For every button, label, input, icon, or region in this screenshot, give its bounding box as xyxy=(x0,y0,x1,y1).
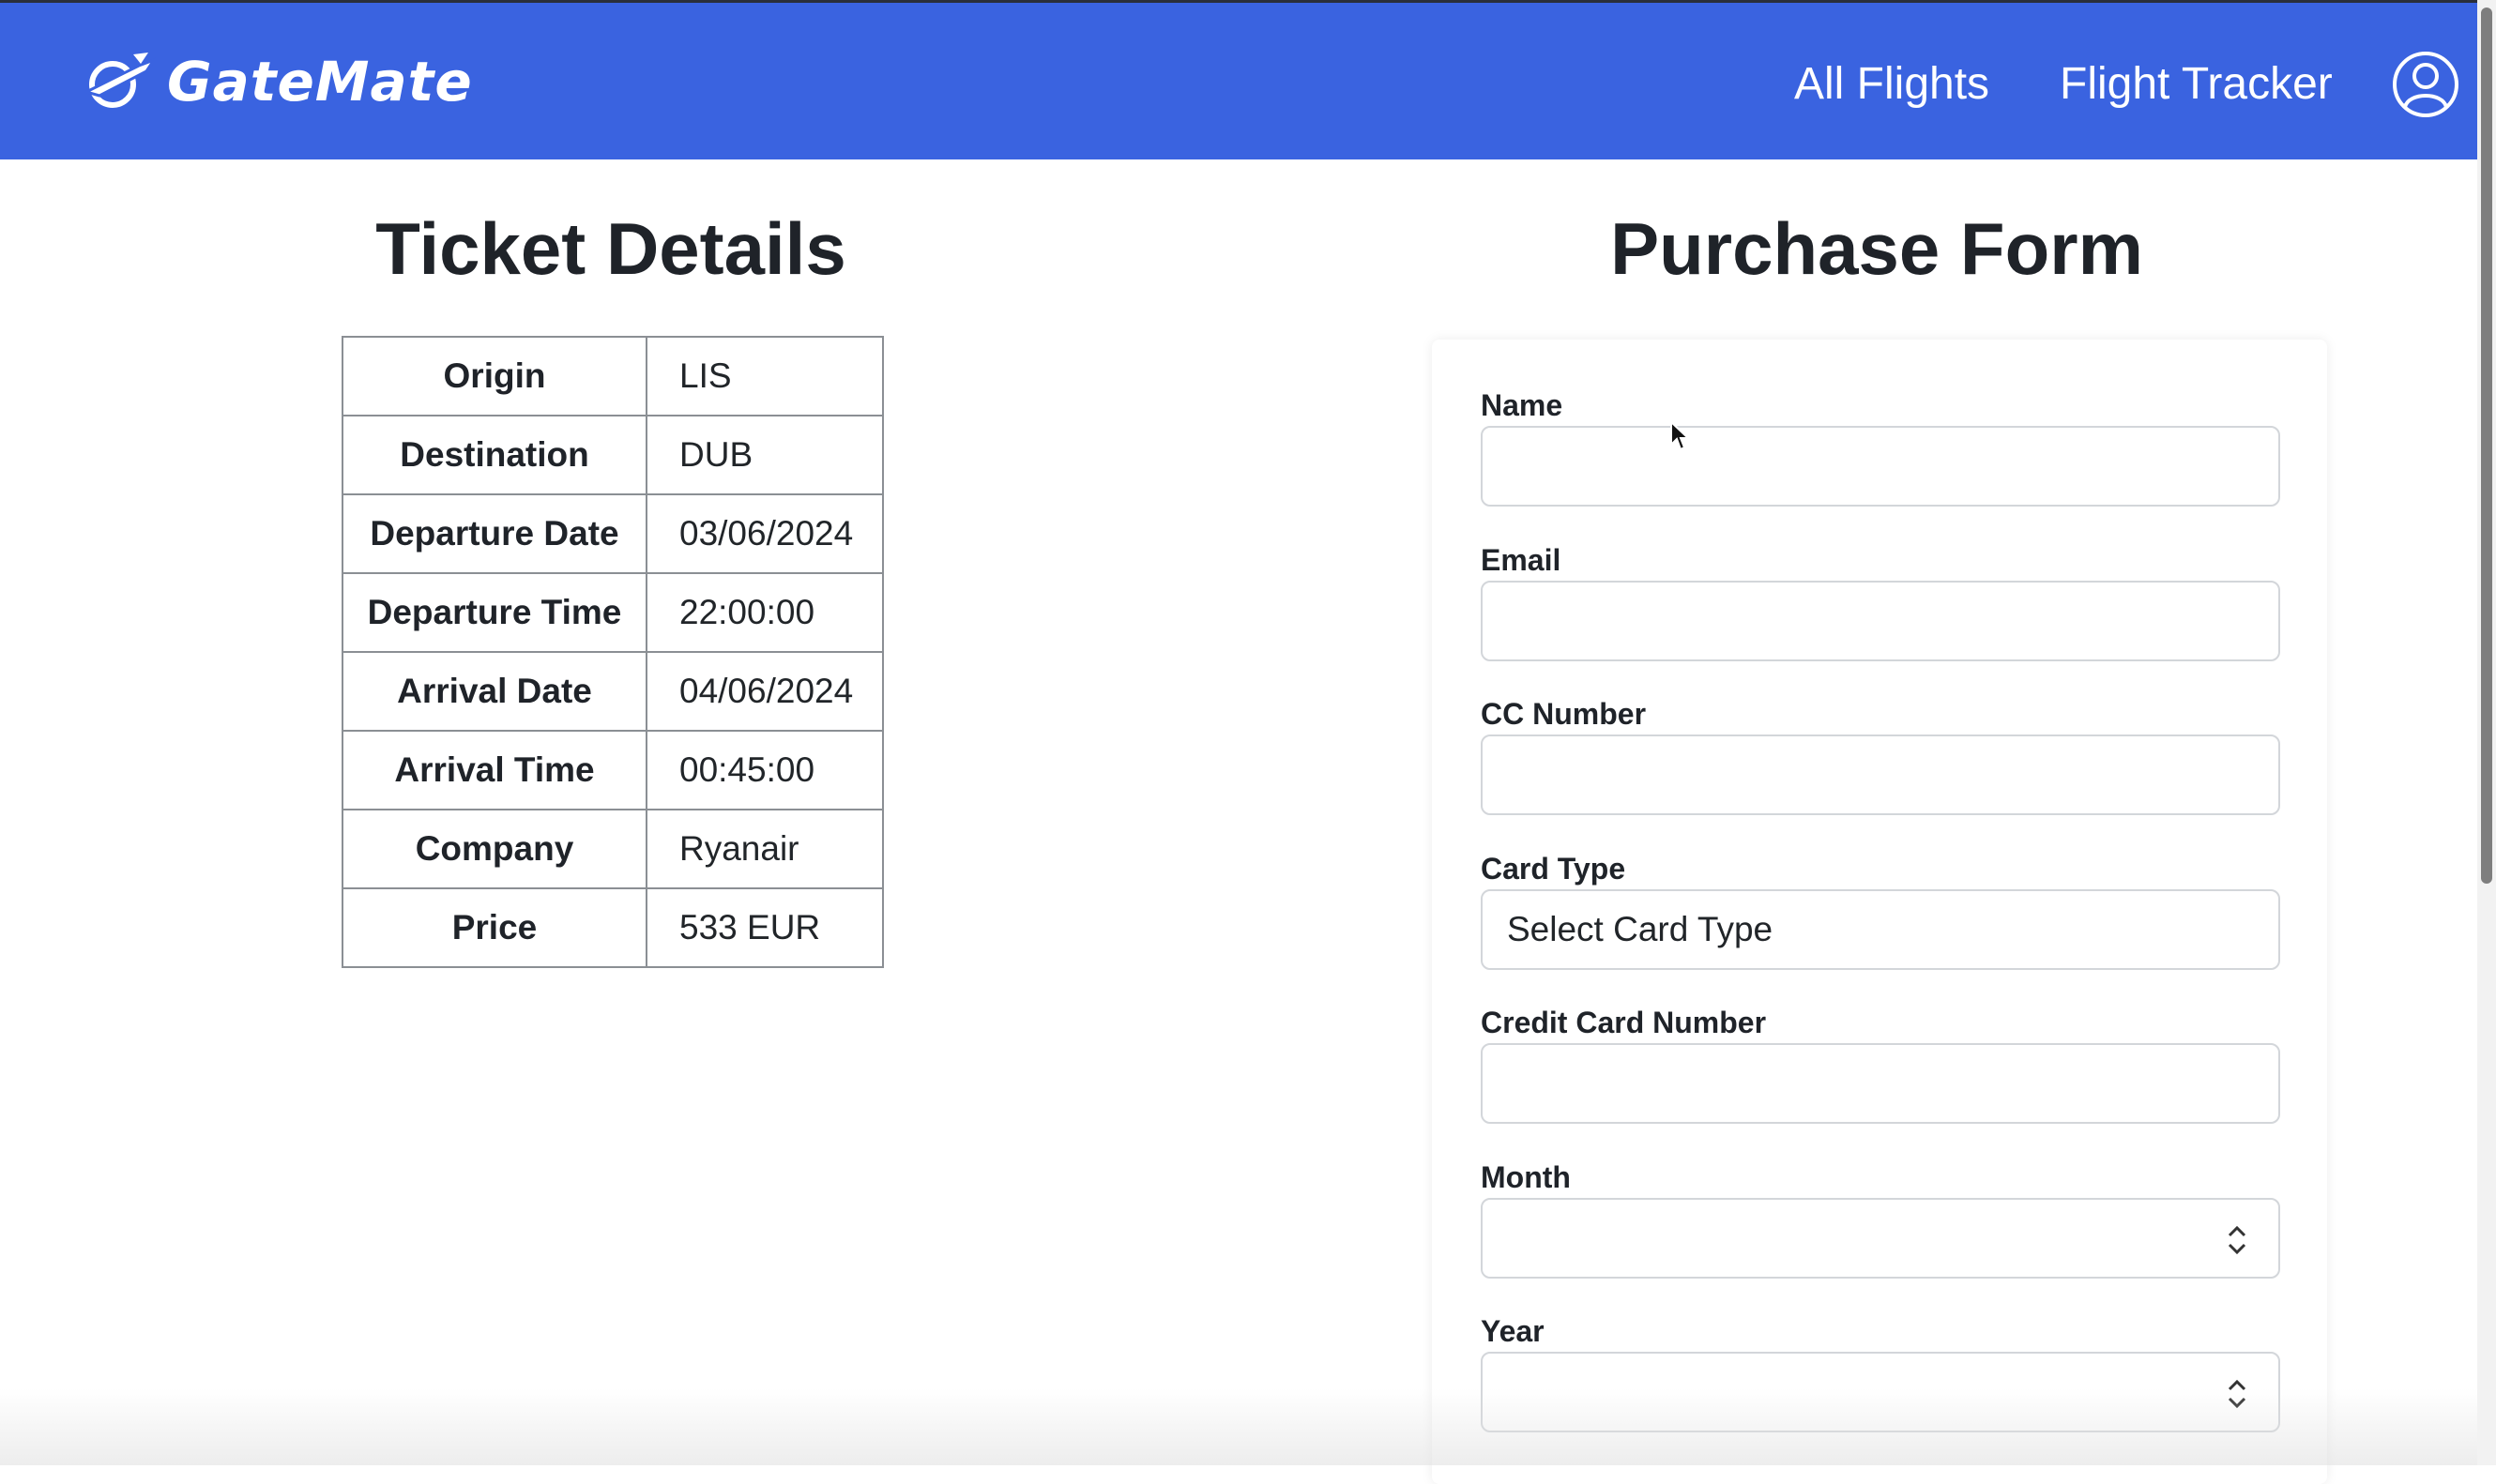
row-label: Arrival Date xyxy=(342,651,647,732)
table-row: Destination DUB xyxy=(342,415,884,495)
spinner-arrows-icon[interactable] xyxy=(2224,1372,2250,1416)
user-profile-icon[interactable] xyxy=(2392,51,2459,118)
mouse-cursor-icon xyxy=(1670,420,1690,451)
brand-home-link[interactable]: GateMate xyxy=(81,44,473,119)
ticket-details-table: Origin LIS Destination DUB Departure Date 0… xyxy=(342,336,884,968)
cc-number-input[interactable] xyxy=(1481,734,2280,815)
row-label: Departure Date xyxy=(342,493,647,574)
top-navbar: GateMate All Flights Flight Tracker xyxy=(0,0,2496,159)
table-row: Arrival Date 04/06/2024 xyxy=(342,651,884,732)
table-row: Arrival Time 00:45:00 xyxy=(342,730,884,810)
email-label: Email xyxy=(1481,543,1561,577)
purchase-form-title: Purchase Form xyxy=(1610,207,2143,290)
cc-number-label: CC Number xyxy=(1481,697,1647,731)
email-field-group: Email xyxy=(1481,539,2280,661)
table-row: Company Ryanair xyxy=(342,809,884,889)
row-label: Arrival Time xyxy=(342,730,647,810)
credit-card-number-field-group: Credit Card Number xyxy=(1481,1002,2280,1124)
row-value: 533 EUR xyxy=(646,887,884,968)
month-input[interactable] xyxy=(1481,1198,2280,1279)
row-value: 04/06/2024 xyxy=(646,651,884,732)
ticket-details-title: Ticket Details xyxy=(375,207,846,290)
row-label: Origin xyxy=(342,336,647,416)
row-value: DUB xyxy=(646,415,884,495)
year-label: Year xyxy=(1481,1314,1545,1348)
row-value: LIS xyxy=(646,336,884,416)
card-type-field-group: Card Type Select Card Type xyxy=(1481,848,2280,970)
card-type-label: Card Type xyxy=(1481,852,1626,886)
table-row: Origin LIS xyxy=(342,336,884,416)
year-input[interactable] xyxy=(1481,1352,2280,1432)
table-row: Price 533 EUR xyxy=(342,887,884,968)
table-row: Departure Date 03/06/2024 xyxy=(342,493,884,574)
row-label: Price xyxy=(342,887,647,968)
credit-card-number-label: Credit Card Number xyxy=(1481,1006,1767,1039)
row-value: 03/06/2024 xyxy=(646,493,884,574)
row-label: Departure Time xyxy=(342,572,647,653)
row-value: Ryanair xyxy=(646,809,884,889)
scrollbar-thumb[interactable] xyxy=(2481,8,2492,884)
nav-all-flights[interactable]: All Flights xyxy=(1794,52,1989,117)
card-type-select[interactable]: Select Card Type xyxy=(1481,889,2280,970)
month-field-group: Month xyxy=(1481,1157,2280,1279)
card-type-selected-value: Select Card Type xyxy=(1507,910,1773,948)
nav-flight-tracker[interactable]: Flight Tracker xyxy=(2060,52,2333,117)
row-value: 00:45:00 xyxy=(646,730,884,810)
row-label: Company xyxy=(342,809,647,889)
spinner-arrows-icon[interactable] xyxy=(2224,1219,2250,1262)
email-input[interactable] xyxy=(1481,581,2280,661)
name-input[interactable] xyxy=(1481,426,2280,507)
year-field-group: Year xyxy=(1481,1310,2280,1432)
name-label: Name xyxy=(1481,388,1563,422)
month-label: Month xyxy=(1481,1160,1571,1194)
credit-card-number-input[interactable] xyxy=(1481,1043,2280,1124)
cc-number-field-group: CC Number xyxy=(1481,693,2280,815)
airplane-logo-icon xyxy=(82,53,156,108)
brand-name: GateMate xyxy=(167,50,473,114)
name-field-group: Name xyxy=(1481,385,2280,507)
table-row: Departure Time 22:00:00 xyxy=(342,572,884,653)
row-label: Destination xyxy=(342,415,647,495)
row-value: 22:00:00 xyxy=(646,572,884,653)
